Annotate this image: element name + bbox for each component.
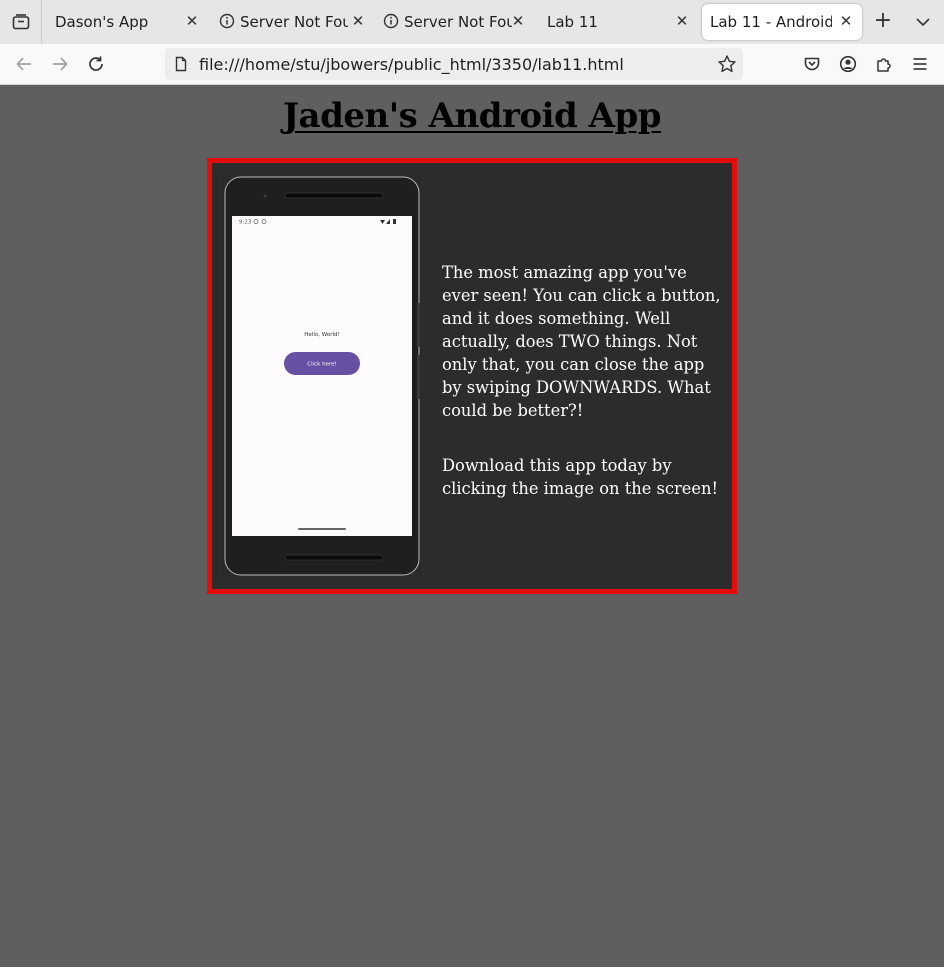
tab-title: Lab 11 - Android Studio <box>710 13 832 31</box>
back-arrow-icon <box>16 57 31 71</box>
info-icon <box>383 13 399 29</box>
tab-server-not-found-1[interactable]: Server Not Found ✕ <box>208 4 371 40</box>
app-click-button-label: Click here! <box>307 362 336 368</box>
phone-screenshot: 9:23 Hello, World! Click here! <box>222 175 422 578</box>
url-text[interactable]: file:///home/stu/jbowers/public_html/335… <box>199 55 624 74</box>
back-button[interactable] <box>11 52 37 76</box>
download-paragraph: Download this app today by clicking the … <box>442 456 719 498</box>
chevron-down-icon[interactable] <box>912 12 934 32</box>
close-icon[interactable]: ✕ <box>510 13 526 29</box>
battery-icon <box>393 219 396 224</box>
description-paragraph: The most amazing app you've ever seen! Y… <box>442 263 721 420</box>
close-icon[interactable]: ✕ <box>674 13 690 29</box>
address-bar[interactable]: file:///home/stu/jbowers/public_html/335… <box>165 48 743 80</box>
tab-title: Dason's App <box>55 13 149 31</box>
pocket-icon <box>804 57 820 71</box>
app-greeting-text: Hello, World! <box>304 332 339 338</box>
phone-screen <box>232 216 412 536</box>
close-icon[interactable]: ✕ <box>350 13 366 29</box>
tab-overview-button[interactable] <box>0 0 42 44</box>
star-icon[interactable] <box>717 54 737 74</box>
page-icon <box>175 56 187 72</box>
plus-icon: + <box>873 8 893 33</box>
phone-image-link[interactable]: 9:23 Hello, World! Click here! <box>222 175 422 578</box>
tab-title: Lab 11 <box>547 13 598 31</box>
pocket-button[interactable] <box>799 52 825 76</box>
tab-dasons-app[interactable]: Dason's App ✕ <box>43 4 208 40</box>
reload-icon <box>89 56 103 71</box>
close-icon[interactable]: ✕ <box>184 13 200 29</box>
tab-title: Server Not Found <box>240 13 348 31</box>
account-button[interactable] <box>835 52 861 76</box>
tab-server-not-found-2[interactable]: Server Not Found ✕ <box>372 4 536 40</box>
new-tab-button[interactable]: + <box>870 10 896 34</box>
puzzle-icon <box>877 58 891 72</box>
tab-bar: Dason's App ✕ Server Not Found ✕ Server … <box>0 0 944 44</box>
hamburger-menu-icon <box>913 58 927 70</box>
app-description: The most amazing app you've ever seen! Y… <box>442 261 727 500</box>
extensions-button[interactable] <box>871 52 897 76</box>
account-icon <box>839 55 857 73</box>
menu-button[interactable] <box>907 52 933 76</box>
tab-lab-11-android-studio[interactable]: Lab 11 - Android Studio ✕ <box>702 4 862 40</box>
navigation-toolbar: file:///home/stu/jbowers/public_html/335… <box>0 44 944 85</box>
tab-overview-icon <box>12 14 29 30</box>
tab-lab-11[interactable]: Lab 11 ✕ <box>535 4 700 40</box>
close-icon[interactable]: ✕ <box>838 13 854 29</box>
reload-button[interactable] <box>83 52 109 76</box>
tab-title: Server Not Found <box>404 13 512 31</box>
gesture-bar <box>298 528 346 530</box>
app-showcase-box: 9:23 Hello, World! Click here! The most … <box>207 158 737 594</box>
status-time: 9:23 <box>239 220 252 226</box>
info-icon <box>219 13 235 29</box>
forward-arrow-icon <box>53 57 68 71</box>
page-title: Jaden's Android App <box>282 96 662 136</box>
forward-button[interactable] <box>47 52 73 76</box>
